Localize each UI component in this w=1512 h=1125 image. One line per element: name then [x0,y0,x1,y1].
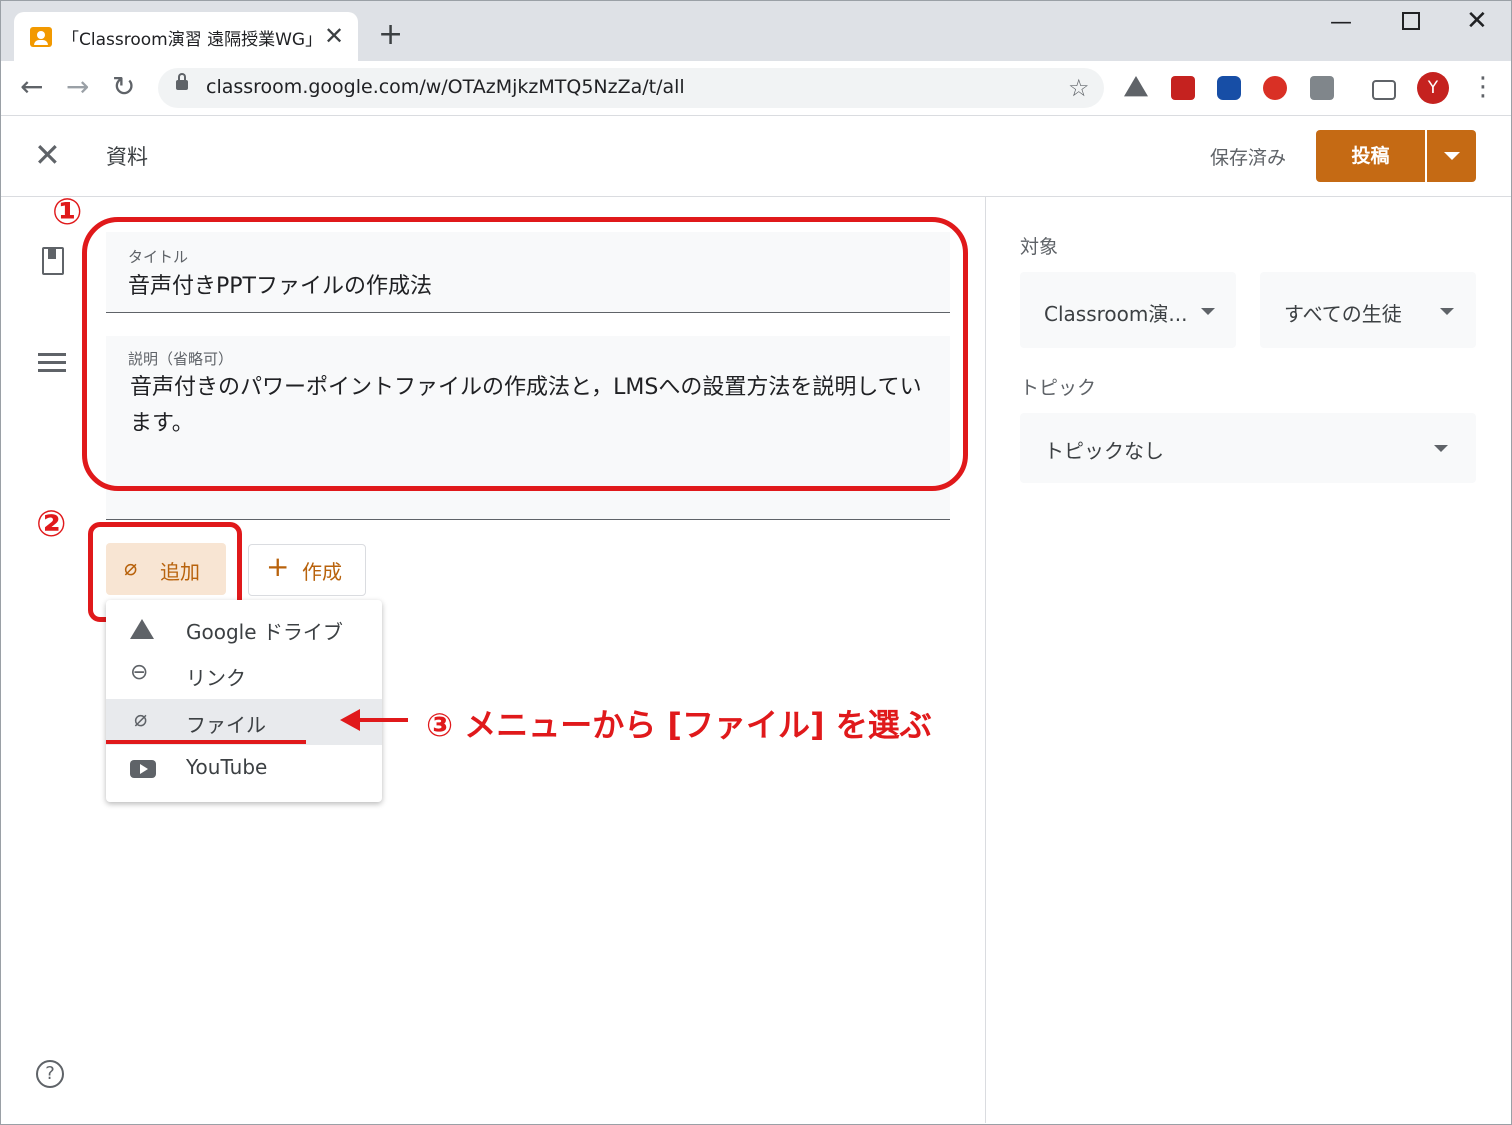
class-select-value: Classroom演... [1044,302,1188,326]
paperclip-icon: ⌀ [134,707,148,732]
students-select[interactable]: すべての生徒 [1260,272,1476,348]
link-icon: ⊖ [130,660,149,685]
window-close-icon[interactable]: ✕ [1466,6,1488,36]
target-label: 対象 [1020,236,1059,258]
annotation-underline [106,740,306,744]
topic-label: トピック [1020,377,1097,399]
chevron-down-icon [1201,308,1215,315]
new-tab-icon[interactable]: + [378,20,403,50]
plus-icon: + [266,550,290,583]
cast-icon[interactable] [1372,80,1396,100]
description-lines-icon [38,353,66,373]
browser-menu-icon[interactable]: ⋮ [1470,72,1496,102]
save-status: 保存済み [1210,147,1287,169]
lock-icon [176,73,188,90]
students-select-value: すべての生徒 [1284,302,1402,326]
annotation-arrow [356,718,408,722]
tab-close-icon[interactable]: ✕ [324,22,344,50]
create-button-label: 作成 [302,560,342,584]
class-select[interactable]: Classroom演... [1020,272,1236,348]
menu-item-label: Google ドライブ [186,620,343,644]
chevron-down-icon [1434,445,1448,452]
menu-item-label: ファイル [186,713,266,737]
profile-avatar[interactable]: Y [1417,72,1449,104]
chevron-down-icon [1440,308,1454,315]
page-title: 資料 [106,145,148,169]
menu-item-youtube[interactable]: YouTube [106,745,382,791]
reload-icon[interactable]: ↻ [112,70,135,103]
trend-micro-extension-icon[interactable] [1263,76,1287,100]
tab-title: 「Classroom演習 遠隔授業WG」の [62,30,312,50]
topic-select-value: トピックなし [1044,439,1164,463]
annotation-number-1: ① [52,192,83,233]
browser-tab[interactable]: 「Classroom演習 遠隔授業WG」の ✕ [14,12,358,62]
close-icon[interactable]: ✕ [34,136,61,174]
annotation-box-fields [82,217,968,491]
post-options-dropdown[interactable] [1427,130,1476,182]
acrobat-extension-icon[interactable] [1171,76,1195,100]
post-button[interactable]: 投稿 [1316,130,1425,182]
security-extension-icon[interactable] [1217,76,1241,100]
topic-select[interactable]: トピックなし [1020,413,1476,483]
bookmark-star-icon[interactable]: ☆ [1068,74,1090,102]
annotation-step-3: ③ メニューから [ファイル] を選ぶ [426,706,932,744]
menu-item-label: リンク [186,666,246,690]
flag-extension-icon[interactable] [1310,76,1334,100]
back-icon[interactable]: ← [20,70,43,103]
minimize-icon[interactable]: — [1330,10,1352,35]
menu-item-link[interactable]: ⊖ リンク [106,652,382,698]
maximize-icon[interactable] [1402,12,1420,30]
forward-icon[interactable]: → [66,70,89,103]
pane-divider [985,197,986,1123]
youtube-icon [130,760,156,778]
menu-item-google-drive[interactable]: Google ドライブ [106,606,382,652]
annotation-number-2: ② [36,504,67,545]
classroom-favicon-icon [30,27,52,47]
title-bookmark-icon [42,247,64,275]
help-icon[interactable]: ? [36,1060,64,1088]
drive-icon [130,619,154,639]
menu-item-label: YouTube [186,755,268,779]
url-text[interactable]: classroom.google.com/w/OTAzMjkzMTQ5NzZa/… [206,76,685,98]
